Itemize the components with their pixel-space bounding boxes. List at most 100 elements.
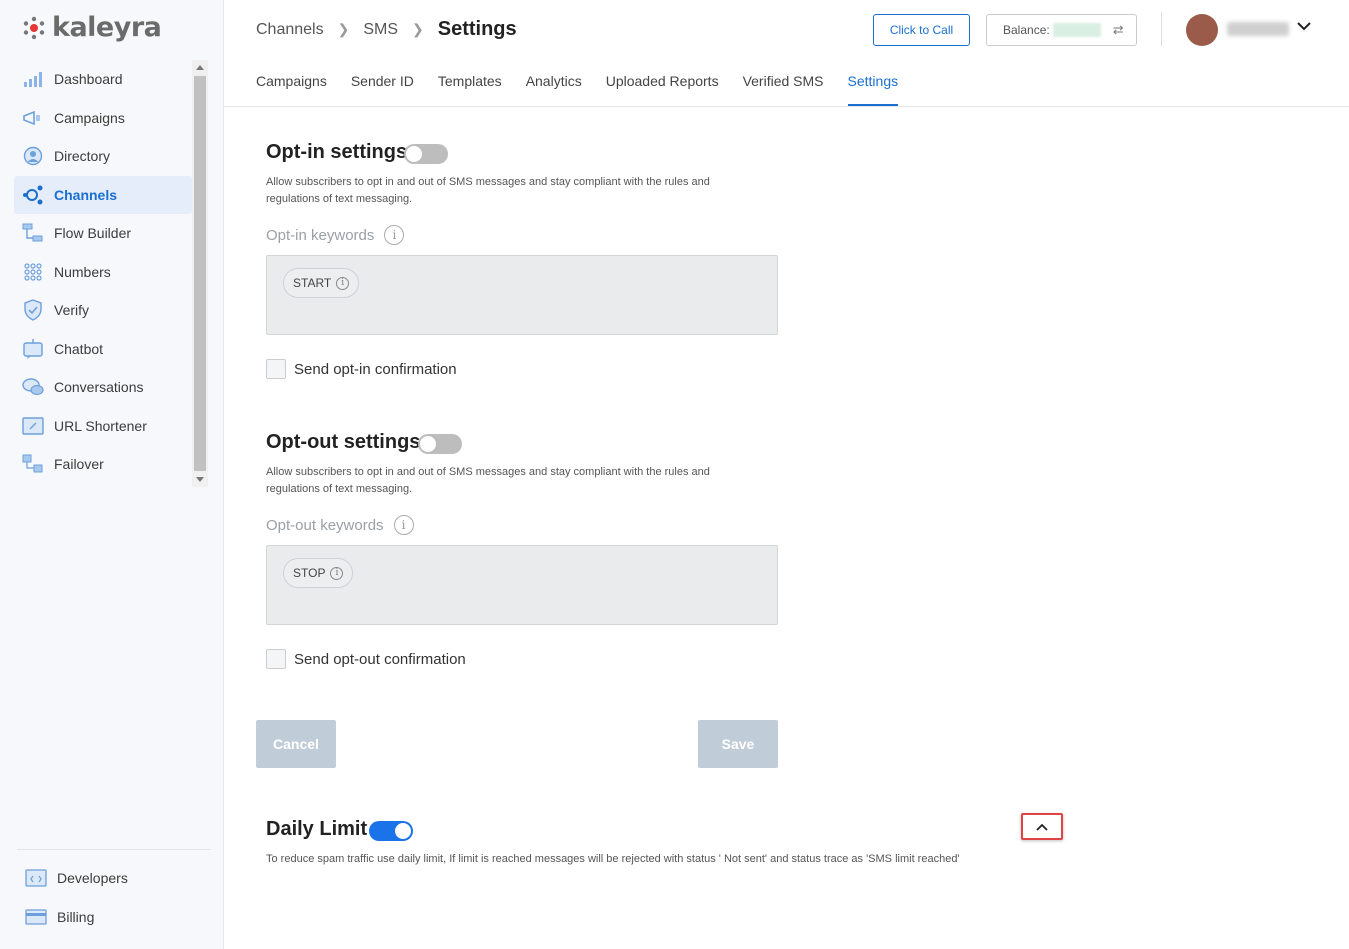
- tab-sender-id[interactable]: Sender ID: [351, 62, 414, 106]
- sidebar-divider: [17, 849, 211, 850]
- tab-analytics[interactable]: Analytics: [526, 62, 582, 106]
- sidebar-nav: Dashboard Campaigns Directory Channels F…: [14, 60, 192, 484]
- dialpad-icon: [22, 261, 44, 283]
- sidebar-item-verify[interactable]: Verify: [14, 291, 192, 330]
- breadcrumb-channels[interactable]: Channels: [256, 21, 324, 39]
- chevron-right-icon: ❯: [412, 21, 424, 37]
- sidebar-scrollbar[interactable]: [192, 60, 208, 487]
- balance-widget[interactable]: Balance: ⇄: [986, 14, 1137, 46]
- chevron-right-icon: ❯: [337, 21, 350, 37]
- optout-confirmation-label[interactable]: Send opt-out confirmation: [294, 651, 466, 668]
- scroll-down-arrow-icon[interactable]: [196, 477, 204, 482]
- daily-limit-toggle[interactable]: [369, 821, 413, 841]
- flow-icon: [22, 222, 44, 244]
- tabs: Campaigns Sender ID Templates Analytics …: [256, 62, 922, 106]
- page-title: Settings: [437, 18, 517, 40]
- toggle-knob: [406, 146, 422, 162]
- optout-description: Allow subscribers to opt in and out of S…: [266, 464, 710, 498]
- info-icon[interactable]: i: [336, 276, 350, 290]
- sidebar-item-label: Numbers: [54, 263, 111, 280]
- megaphone-icon: [22, 107, 44, 129]
- sidebar-item-label: Conversations: [54, 379, 144, 396]
- failover-icon: [22, 453, 44, 475]
- link-icon: [22, 415, 44, 437]
- optout-title: Opt-out settings: [266, 431, 421, 453]
- sidebar-item-label: Directory: [54, 148, 111, 165]
- sidebar-item-conversations[interactable]: Conversations: [14, 368, 192, 407]
- optin-keywords-box[interactable]: START i: [266, 255, 778, 335]
- tab-verified-sms[interactable]: Verified SMS: [743, 62, 824, 106]
- sidebar: kaleyra Dashboard Campaigns Directory Ch…: [0, 0, 224, 949]
- sidebar-item-developers[interactable]: Developers: [17, 858, 211, 897]
- sidebar-item-dashboard[interactable]: Dashboard: [14, 60, 192, 99]
- sidebar-item-failover[interactable]: Failover: [14, 445, 192, 484]
- click-to-call-button[interactable]: Click to Call: [873, 14, 970, 46]
- sidebar-bottom-nav: Developers Billing: [17, 858, 211, 936]
- sidebar-item-chatbot[interactable]: Chatbot: [14, 330, 192, 369]
- optout-keywords-box[interactable]: STOP i: [266, 545, 778, 625]
- keyword-chip-label: STOP: [293, 566, 326, 580]
- sidebar-item-campaigns[interactable]: Campaigns: [14, 99, 192, 138]
- tab-settings[interactable]: Settings: [847, 62, 899, 106]
- optin-toggle[interactable]: [404, 144, 448, 164]
- sidebar-item-numbers[interactable]: Numbers: [14, 253, 192, 292]
- save-button[interactable]: Save: [698, 720, 778, 768]
- optin-confirmation-label[interactable]: Send opt-in confirmation: [294, 361, 457, 378]
- collapse-button[interactable]: [1021, 813, 1063, 840]
- sidebar-item-url-shortener[interactable]: URL Shortener: [14, 407, 192, 446]
- optin-desc-line1: Allow subscribers to opt in and out of S…: [266, 176, 710, 188]
- avatar[interactable]: [1186, 14, 1218, 46]
- optout-toggle[interactable]: [418, 434, 462, 454]
- toggle-knob: [395, 823, 411, 839]
- sidebar-item-billing[interactable]: Billing: [17, 897, 211, 936]
- dashboard-icon: [22, 68, 44, 90]
- optin-keywords-label: Opt-in keywords i: [266, 225, 405, 245]
- code-icon: [25, 867, 47, 889]
- sidebar-item-label: Failover: [54, 456, 104, 473]
- sidebar-item-directory[interactable]: Directory: [14, 137, 192, 176]
- keyword-chip-label: START: [293, 276, 332, 290]
- tab-campaigns[interactable]: Campaigns: [256, 62, 327, 106]
- sidebar-item-channels[interactable]: Channels: [14, 175, 192, 214]
- sidebar-item-label: Developers: [57, 869, 128, 886]
- daily-limit-description: To reduce spam traffic use daily limit, …: [266, 853, 960, 865]
- sidebar-item-flow-builder[interactable]: Flow Builder: [14, 214, 192, 253]
- kaleyra-wordmark: kaleyra: [52, 12, 162, 43]
- tab-uploaded-reports[interactable]: Uploaded Reports: [606, 62, 719, 106]
- optin-title: Opt-in settings: [266, 141, 408, 163]
- optin-keywords-text: Opt-in keywords: [266, 226, 375, 244]
- sidebar-item-label: Channels: [54, 186, 118, 203]
- kaleyra-logo-icon: [23, 16, 45, 39]
- sidebar-item-label: Dashboard: [54, 71, 123, 88]
- shield-icon: [22, 299, 44, 322]
- optin-description: Allow subscribers to opt in and out of S…: [266, 174, 710, 208]
- balance-value: [1052, 23, 1101, 37]
- kaleyra-logo[interactable]: kaleyra: [22, 12, 162, 43]
- sidebar-item-label: Campaigns: [54, 109, 125, 126]
- info-icon[interactable]: i: [384, 225, 405, 245]
- optin-desc-line2: regulations of text messaging.: [266, 193, 413, 205]
- daily-limit-title: Daily Limit: [266, 818, 368, 840]
- contact-icon: [22, 145, 44, 167]
- chevron-down-icon[interactable]: [1297, 18, 1311, 36]
- sidebar-item-label: Verify: [54, 302, 90, 319]
- card-icon: [25, 906, 47, 928]
- optout-desc-line2: regulations of text messaging.: [266, 483, 413, 495]
- toggle-knob: [420, 436, 436, 452]
- scrollbar-thumb[interactable]: [194, 76, 206, 471]
- sidebar-item-label: Chatbot: [54, 340, 104, 357]
- user-name[interactable]: [1227, 22, 1289, 36]
- info-icon[interactable]: i: [330, 566, 344, 580]
- keyword-chip-stop: STOP i: [283, 558, 354, 588]
- optout-confirmation-checkbox[interactable]: [266, 649, 286, 669]
- optout-keywords-text: Opt-out keywords: [266, 516, 384, 534]
- info-icon[interactable]: i: [393, 515, 414, 535]
- optin-confirmation-checkbox[interactable]: [266, 359, 286, 379]
- tab-templates[interactable]: Templates: [438, 62, 502, 106]
- refresh-icon[interactable]: ⇄: [1113, 22, 1124, 38]
- optout-desc-line1: Allow subscribers to opt in and out of S…: [266, 466, 710, 478]
- breadcrumb-sms[interactable]: SMS: [363, 21, 398, 39]
- optout-keywords-label: Opt-out keywords i: [266, 515, 414, 535]
- scroll-up-arrow-icon[interactable]: [196, 65, 204, 70]
- cancel-button[interactable]: Cancel: [256, 720, 336, 768]
